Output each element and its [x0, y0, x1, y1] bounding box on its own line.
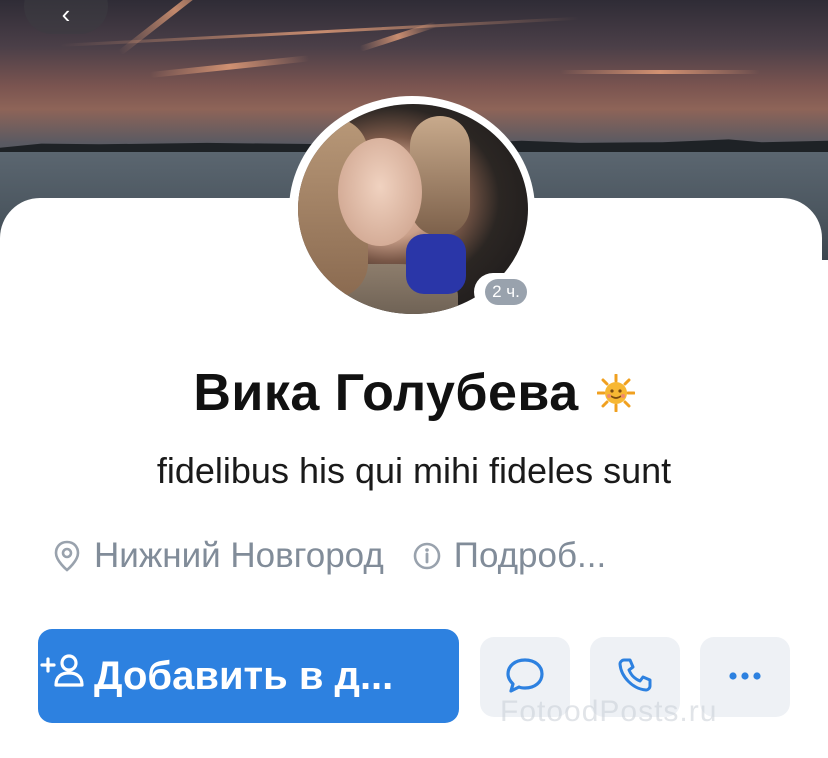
location-text: Нижний Новгород [94, 536, 384, 575]
last-seen-text: 2 ч. [485, 279, 527, 305]
add-friend-button[interactable]: Добавить в д... [38, 629, 459, 723]
info-icon [412, 541, 442, 571]
watermark: FotoodPosts.ru [500, 695, 718, 728]
details-text: Подроб... [453, 536, 607, 575]
location-link[interactable]: Нижний Новгород [52, 536, 384, 576]
sun-emoji-icon [596, 373, 636, 413]
add-friend-label: Добавить в д... [94, 653, 394, 698]
more-icon [727, 668, 763, 686]
profile-name: Вика Голубева [193, 364, 579, 422]
profile-status: fidelibus his qui mihi fideles sunt [156, 450, 672, 491]
back-button[interactable]: ‹ [24, 0, 108, 34]
message-icon [504, 655, 546, 700]
details-link[interactable]: Подроб... [412, 536, 606, 576]
location-pin-icon [52, 539, 82, 573]
last-seen-badge: 2 ч. [474, 273, 538, 311]
phone-icon [615, 655, 655, 700]
add-friend-icon [40, 651, 86, 701]
chevron-left-icon: ‹ [61, 0, 71, 29]
